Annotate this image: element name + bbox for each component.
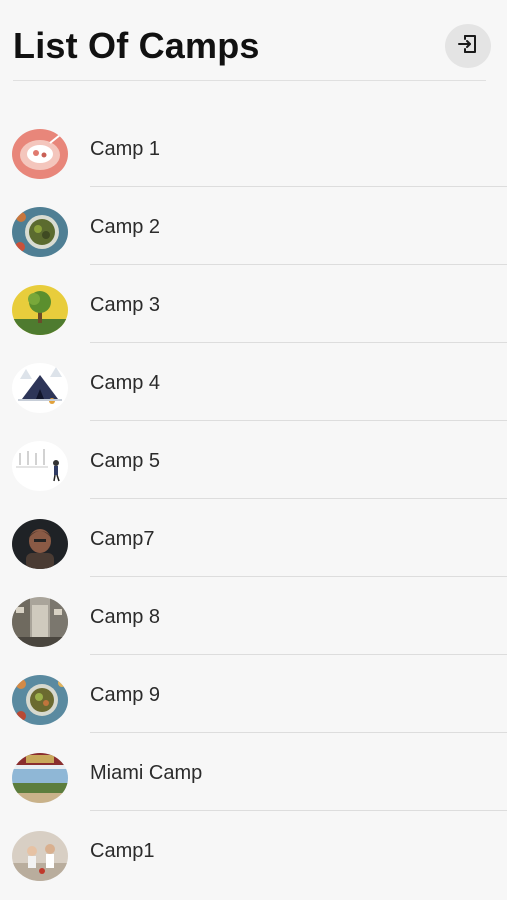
camp-avatar — [12, 519, 68, 569]
camp-name: Camp 1 — [90, 138, 161, 160]
header-divider — [13, 80, 486, 81]
camp-list-item[interactable]: Camp 4 — [0, 343, 507, 421]
camp-name: Camp 5 — [90, 450, 161, 472]
logout-icon — [456, 32, 480, 61]
camp-name: Camp 2 — [90, 216, 161, 238]
camp-avatar — [12, 363, 68, 413]
camp-avatar — [12, 441, 68, 491]
camp-list: Camp 1 Camp 2 Camp 3 Camp 4 Camp 5 Camp7… — [0, 109, 507, 889]
logout-button[interactable] — [445, 24, 491, 68]
camp-list-item[interactable]: Camp 3 — [0, 265, 507, 343]
camp-list-item[interactable]: Camp 8 — [0, 577, 507, 655]
camp-name: Camp 8 — [90, 606, 161, 628]
camp-avatar — [12, 597, 68, 647]
camp-list-item[interactable]: Miami Camp — [0, 733, 507, 811]
camp-list-item[interactable]: Camp 1 — [0, 109, 507, 187]
header: List Of Camps — [0, 0, 507, 82]
camp-name: Camp7 — [90, 528, 155, 550]
camp-avatar — [12, 285, 68, 335]
camp-name: Miami Camp — [90, 762, 203, 784]
camp-name: Camp 4 — [90, 372, 161, 394]
camp-list-item[interactable]: Camp 5 — [0, 421, 507, 499]
camp-avatar — [12, 753, 68, 803]
camp-list-item[interactable]: Camp7 — [0, 499, 507, 577]
page-title: List Of Camps — [13, 25, 260, 66]
camp-name: Camp 3 — [90, 294, 161, 316]
camps-screen: List Of Camps Camp 1 Camp 2 Camp 3 Camp … — [0, 0, 507, 900]
camp-name: Camp 9 — [90, 684, 161, 706]
camp-list-item[interactable]: Camp 9 — [0, 655, 507, 733]
camp-avatar — [12, 129, 68, 179]
camp-avatar — [12, 831, 68, 881]
camp-list-item[interactable]: Camp 2 — [0, 187, 507, 265]
camp-avatar — [12, 675, 68, 725]
camp-name: Camp1 — [90, 840, 155, 862]
camp-list-item[interactable]: Camp1 — [0, 811, 507, 889]
camp-avatar — [12, 207, 68, 257]
